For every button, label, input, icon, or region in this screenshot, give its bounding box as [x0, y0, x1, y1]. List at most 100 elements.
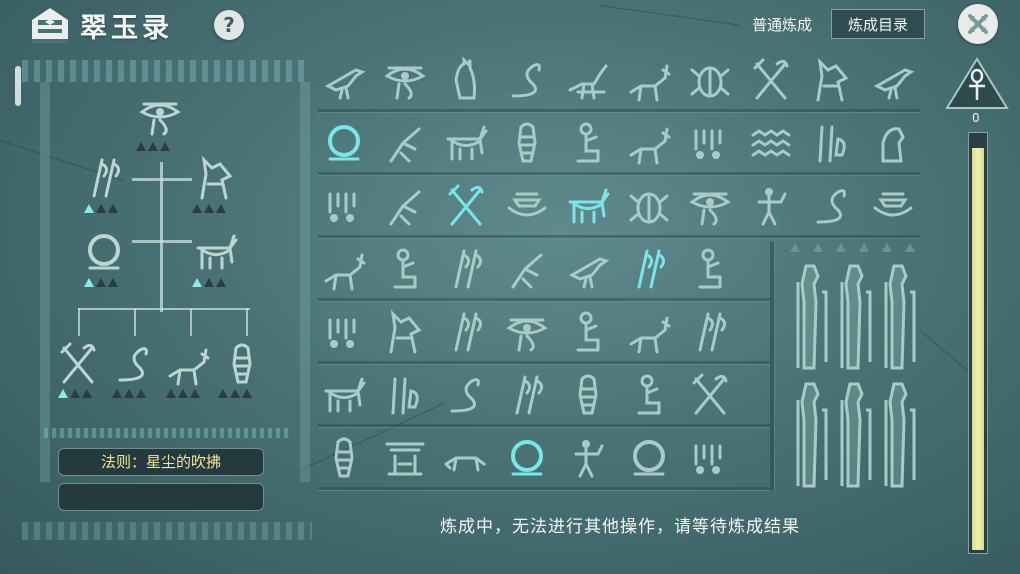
glyph-cell-reed-feathers[interactable]	[442, 308, 490, 356]
glyph-cell-cobra[interactable]	[808, 182, 856, 230]
ibis-god-statue[interactable]	[836, 262, 876, 372]
glyph-cell-shen-ring[interactable]	[625, 434, 673, 482]
recipe-slot-left-2[interactable]	[80, 228, 128, 276]
slot-progress-triangle	[216, 278, 226, 287]
glyph-cell-vessels[interactable]	[686, 434, 734, 482]
glyph-cell-mummy[interactable]	[320, 434, 368, 482]
reed-feathers-icon	[515, 375, 544, 415]
slot-progress-triangle	[148, 142, 158, 151]
vessels-icon	[694, 444, 722, 474]
glyph-cell-shen-ring[interactable]	[320, 119, 368, 167]
glyph-cell-reed-feathers[interactable]	[686, 308, 734, 356]
glyph-cell-temple[interactable]	[381, 434, 429, 482]
recipe-slot-bottom-2[interactable]	[110, 340, 158, 388]
glyph-cell-seated-cat[interactable]	[442, 56, 490, 104]
falcon-god-statue[interactable]	[880, 262, 920, 372]
slot-progress-triangle	[218, 389, 228, 398]
glyph-cell-bull[interactable]	[442, 119, 490, 167]
tab-normal-synthesis[interactable]: 普通炼成	[752, 14, 812, 35]
glyph-cell-figure[interactable]	[747, 182, 795, 230]
glyph-cell-jackal[interactable]	[625, 308, 673, 356]
glyph-cell-lion[interactable]	[442, 434, 490, 482]
recipe-slot-bottom-3[interactable]	[164, 340, 212, 388]
cobra-icon	[450, 378, 480, 413]
glyph-cell-jackal[interactable]	[625, 56, 673, 104]
glyph-cell-ibis[interactable]	[564, 56, 612, 104]
glyph-cell-bull[interactable]	[320, 371, 368, 419]
glyph-cell-reed-feathers[interactable]	[503, 371, 551, 419]
slot-progress-triangle	[204, 204, 214, 213]
panel-frieze	[22, 60, 306, 82]
glyph-cell-mummy[interactable]	[503, 119, 551, 167]
glyph-cell-jackal-head[interactable]	[381, 308, 429, 356]
glyph-cell-feathers[interactable]	[381, 371, 429, 419]
glyph-cell-jackal[interactable]	[625, 119, 673, 167]
jackal-god-statue[interactable]	[792, 262, 832, 372]
glyph-cell-eye-of-horus[interactable]	[381, 56, 429, 104]
jackal-god-statue[interactable]	[792, 380, 832, 490]
eye-of-horus-icon	[689, 192, 731, 226]
falcon-god-statue[interactable]	[880, 380, 920, 490]
glyph-cell-bird[interactable]	[564, 245, 612, 293]
grid-row-divider	[318, 109, 920, 113]
glyph-cell-reed-feathers[interactable]	[625, 245, 673, 293]
glyph-cell-feathers[interactable]	[808, 119, 856, 167]
glyph-cell-mummy[interactable]	[564, 371, 612, 419]
glyph-cell-vessels[interactable]	[686, 119, 734, 167]
help-button[interactable]: ?	[214, 10, 244, 40]
waves-icon	[751, 129, 791, 157]
glyph-cell-boat[interactable]	[503, 182, 551, 230]
glyph-cell-crook-flail[interactable]	[747, 56, 795, 104]
glyph-cell-seated-figure[interactable]	[564, 308, 612, 356]
glyph-cell-figure[interactable]	[564, 434, 612, 482]
energy-gauge	[968, 132, 988, 554]
glyph-cell-eye-of-horus[interactable]	[686, 182, 734, 230]
glyph-cell-cobra[interactable]	[442, 371, 490, 419]
glyph-cell-crook-flail[interactable]	[686, 371, 734, 419]
glyph-cell-shen-ring[interactable]	[503, 434, 551, 482]
glyph-cell-heron[interactable]	[381, 182, 429, 230]
glyph-cell-scarab[interactable]	[625, 182, 673, 230]
glyph-cell-cobra[interactable]	[503, 56, 551, 104]
glyph-cell-vessels[interactable]	[320, 182, 368, 230]
recipe-slot-bottom-4[interactable]	[218, 340, 266, 388]
recipe-slot-bottom-1[interactable]	[54, 340, 102, 388]
glyph-cell-bird[interactable]	[320, 56, 368, 104]
feathers-icon	[391, 377, 419, 415]
slot-progress-triangle	[216, 204, 226, 213]
tab-synthesis-catalog[interactable]: 炼成目录	[831, 9, 925, 39]
glyph-cell-scarab[interactable]	[686, 56, 734, 104]
glyph-cell-bull[interactable]	[564, 182, 612, 230]
panel-scroll-handle[interactable]	[15, 66, 21, 106]
slot-progress-triangle	[136, 389, 146, 398]
glyph-cell-seated-figure[interactable]	[686, 245, 734, 293]
reed-feathers-icon	[92, 158, 121, 198]
glyph-cell-seated-figure[interactable]	[381, 245, 429, 293]
eye-of-horus-icon	[139, 102, 181, 136]
vessels-icon	[694, 129, 722, 159]
panel-frieze-bottom	[44, 428, 290, 438]
recipe-slot-left-1[interactable]	[80, 154, 128, 202]
recipe-slot-right-1[interactable]	[192, 154, 240, 202]
glyph-cell-seated-figure[interactable]	[625, 371, 673, 419]
recipe-slot-right-2[interactable]	[192, 228, 240, 276]
glyph-cell-jackal[interactable]	[320, 245, 368, 293]
god-slot-triangle	[836, 243, 846, 252]
close-button[interactable]	[958, 4, 998, 44]
glyph-cell-boat[interactable]	[869, 182, 917, 230]
glyph-cell-waves[interactable]	[747, 119, 795, 167]
glyph-cell-eye-of-horus[interactable]	[503, 308, 551, 356]
glyph-cell-seated-figure[interactable]	[564, 119, 612, 167]
glyph-cell-reed-feathers[interactable]	[442, 245, 490, 293]
glyph-cell-crook-flail[interactable]	[442, 182, 490, 230]
glyph-cell-jackal-head[interactable]	[808, 56, 856, 104]
ibis-god-statue[interactable]	[836, 380, 876, 490]
recipe-slot-top[interactable]	[136, 92, 184, 140]
glyph-cell-heron[interactable]	[503, 245, 551, 293]
glyph-cell-bird[interactable]	[869, 56, 917, 104]
glyph-cell-vessels[interactable]	[320, 308, 368, 356]
glyph-cell-seated-lion[interactable]	[869, 119, 917, 167]
grid-row-divider	[318, 424, 770, 428]
vessels-icon	[328, 318, 356, 348]
glyph-cell-heron[interactable]	[381, 119, 429, 167]
